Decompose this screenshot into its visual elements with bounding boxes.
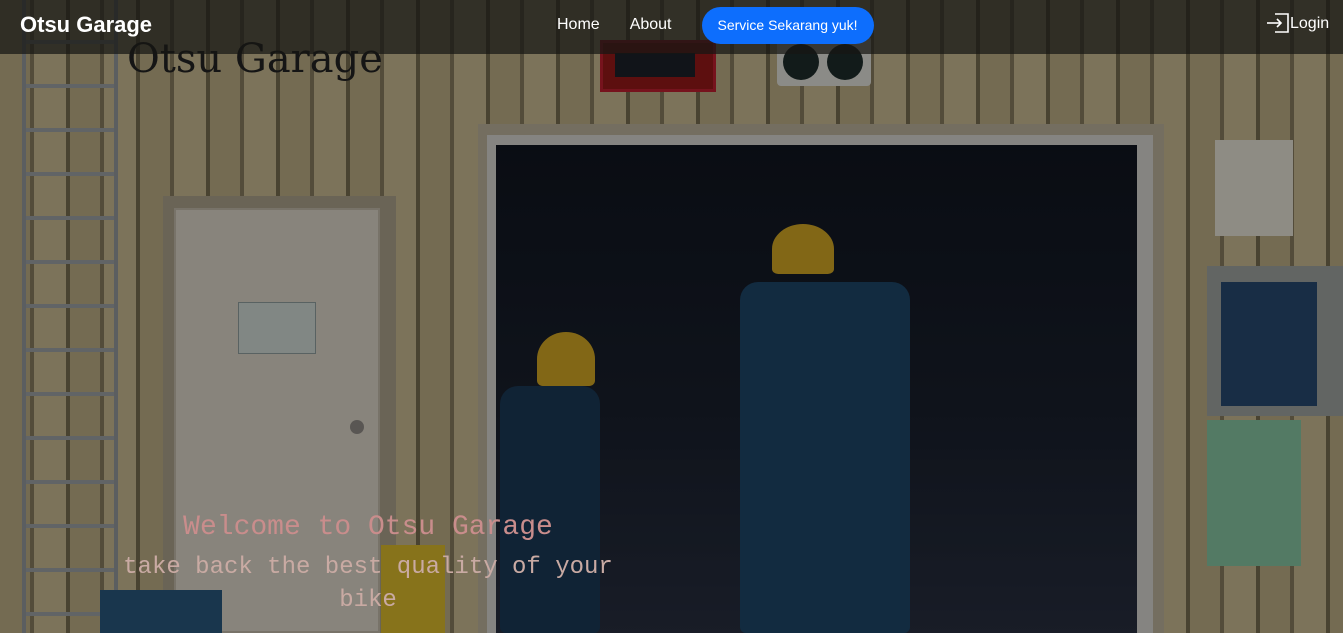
nav-links: Home About Service Sekarang yuk! [542,6,874,44]
nav-about-link[interactable]: About [615,6,687,44]
page: Otsu Garage Welcome to Otsu Garage take … [0,0,1343,633]
navbar: Otsu Garage Home About Service Sekarang … [0,0,1343,54]
box-arrow-in-right-icon [1266,13,1290,33]
login-link[interactable]: Login [1266,13,1329,33]
welcome-heading: Welcome to Otsu Garage [183,512,553,543]
service-now-button[interactable]: Service Sekarang yuk! [701,6,874,44]
login-label: Login [1290,15,1330,32]
brand-link[interactable]: Otsu Garage [20,12,152,38]
nav-home-link[interactable]: Home [542,6,615,44]
tagline: take back the best quality of your bike [123,554,613,614]
